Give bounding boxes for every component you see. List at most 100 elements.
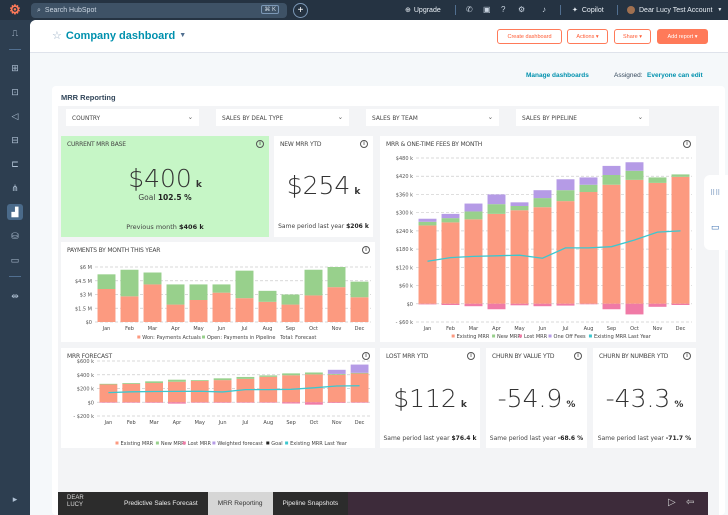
automation-icon[interactable]: ⋔ (7, 180, 23, 196)
bar-existing (350, 373, 369, 403)
x-tick-label: Mar (148, 326, 158, 332)
phone-icon[interactable]: ✆ (466, 5, 473, 14)
add-report-button[interactable]: Add report ▾ (657, 29, 708, 44)
assigned-value-link[interactable]: Everyone can edit (647, 72, 703, 79)
tab-pipeline-snapshots[interactable]: Pipeline Snapshots (272, 492, 349, 515)
bar-oneoff (625, 162, 644, 171)
chat-icon[interactable]: ▭ (711, 222, 720, 233)
legend-label: Existing MRR Last Year (594, 334, 652, 340)
legend-label: Open: Payments in Pipeline (207, 335, 275, 341)
bar-new (235, 270, 254, 299)
dashboard-header: ☆ Company dashboard ▼ Create dashboard A… (30, 20, 728, 53)
y-tick-label: - $60 k (396, 320, 414, 326)
bar-new (327, 373, 346, 375)
bar-new (122, 383, 141, 384)
goal-label: Goal (138, 193, 156, 202)
kpi-current-mrr: CURRENT MRR BASE i $400 k Goal 102.5 % Pr… (61, 136, 269, 237)
marketing-icon[interactable]: ◁ (7, 108, 23, 124)
tab-mrr-reporting[interactable]: MRR Reporting (207, 492, 273, 515)
bar-new (143, 272, 162, 285)
apps-icon[interactable]: ⊞ (7, 60, 23, 76)
create-new-button[interactable]: + (293, 3, 308, 18)
info-icon[interactable]: i (683, 352, 691, 360)
filter-deal-type[interactable]: SALES BY DEAL TYPE ⌄ (216, 109, 349, 126)
settings-icon[interactable]: ⚙ (518, 5, 525, 14)
divider (617, 5, 618, 15)
bar-lost (464, 303, 483, 307)
actions-button[interactable]: Actions ▾ (567, 29, 608, 44)
x-tick-label: Jun (218, 420, 227, 426)
info-icon[interactable]: i (467, 352, 475, 360)
content-icon[interactable]: ⊟ (7, 132, 23, 148)
filter-pipeline[interactable]: SALES BY PIPELINE ⌄ (516, 109, 649, 126)
info-icon[interactable]: i (256, 140, 264, 148)
bar-existing (350, 297, 369, 322)
footer-label: Same period last year (383, 435, 450, 442)
bar-new (145, 381, 163, 383)
exit-icon[interactable]: ⇦ (686, 497, 694, 508)
folder-icon[interactable]: ▭ (7, 252, 23, 268)
commerce-icon[interactable]: ⊏ (7, 156, 23, 172)
account-menu[interactable]: Dear Lucy Test Account ▼ (627, 0, 722, 20)
data-icon[interactable]: ⛁ (7, 228, 23, 244)
report-card: MRR Reporting COUNTRY ⌄ SALES BY DEAL TYP… (52, 86, 725, 515)
legend-swatch (518, 334, 522, 338)
filter-team[interactable]: SALES BY TEAM ⌄ (366, 109, 499, 126)
legend-swatch (451, 334, 455, 338)
legend-label: Goal (271, 441, 282, 447)
kpi-value: $400 k (61, 164, 269, 193)
upgrade-icon: ⊕ (405, 7, 411, 14)
search-input[interactable]: ⌕ Search HubSpot ⌘ K (31, 3, 287, 18)
bar-new (258, 290, 277, 302)
reporting-icon[interactable]: ▟ (7, 204, 23, 220)
contacts-icon[interactable]: ⊡ (7, 84, 23, 100)
grid-icon[interactable]: ⠿⠿ (710, 189, 720, 197)
upgrade-button[interactable]: ⊕ Upgrade (405, 0, 441, 20)
legend-label: Existing MRR Last Year (290, 441, 348, 447)
bookmark-icon[interactable]: ⎍ (7, 25, 23, 41)
account-name: Dear Lucy Test Account (639, 6, 713, 14)
y-tick-label: $200 k (77, 387, 94, 393)
y-tick-label: $360 k (396, 192, 413, 198)
chevron-down-icon: ⌄ (337, 113, 343, 121)
bar-lost (236, 402, 255, 403)
x-tick-label: Dec (676, 326, 686, 332)
dashboard-title[interactable]: ☆ Company dashboard ▼ (52, 29, 186, 43)
bar-existing (143, 284, 162, 322)
bar-oneoff (533, 190, 552, 199)
bar-existing (166, 304, 185, 322)
create-dashboard-button[interactable]: Create dashboard (497, 29, 562, 44)
y-tick-label: $420 k (396, 174, 413, 180)
copilot-label: Copilot (581, 6, 604, 14)
expand-sidebar-icon[interactable]: ▸ (7, 491, 23, 507)
bar-existing (145, 383, 163, 403)
share-button[interactable]: Share ▾ (614, 29, 651, 44)
legend-swatch (548, 334, 552, 338)
legend-swatch (266, 441, 270, 445)
collapse-icon[interactable]: ⇹ (7, 288, 23, 304)
hubspot-logo-icon[interactable]: ⚙ (0, 0, 30, 20)
bar-new (625, 170, 644, 180)
copilot-button[interactable]: ✦ Copilot (572, 0, 604, 20)
kpi-footer: Same period last year $206 k (274, 223, 373, 230)
manage-dashboards-link[interactable]: Manage dashboards (526, 72, 589, 79)
bar-existing (258, 301, 277, 322)
chevron-down-icon: ⌄ (487, 113, 493, 121)
help-icon[interactable]: ? (501, 5, 505, 14)
bar-existing (510, 210, 529, 304)
tab-predictive-sales-forecast[interactable]: Predictive Sales Forecast (114, 492, 208, 515)
legend-label: New MRR (161, 441, 185, 447)
bar-new (166, 284, 185, 305)
notifications-icon[interactable]: ♪ (542, 5, 546, 14)
filter-country[interactable]: COUNTRY ⌄ (66, 109, 199, 126)
info-icon[interactable]: i (360, 140, 368, 148)
bar-lost (213, 402, 232, 403)
info-icon[interactable]: i (574, 352, 582, 360)
star-icon[interactable]: ☆ (52, 29, 62, 42)
x-tick-label: Aug (263, 326, 273, 332)
play-icon[interactable]: ▷ (668, 497, 676, 508)
legend-label: Lost MRR (188, 441, 212, 447)
kpi-title: CURRENT MRR BASE (67, 141, 126, 148)
marketplace-icon[interactable]: ▣ (483, 5, 491, 14)
main-content: ☆ Company dashboard ▼ Create dashboard A… (30, 20, 728, 515)
